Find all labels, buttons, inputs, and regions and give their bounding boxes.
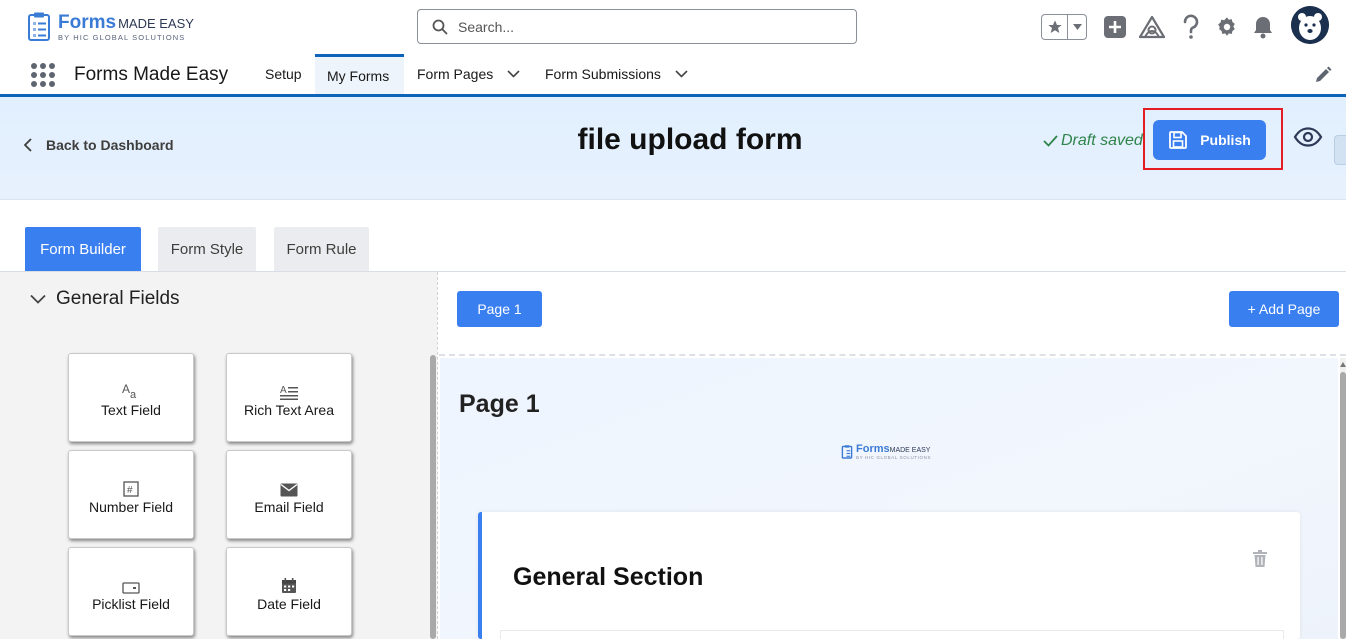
number-icon: # <box>123 475 139 497</box>
forms-logo-icon <box>841 444 853 459</box>
search-icon <box>432 19 448 34</box>
scroll-up-arrow-icon[interactable] <box>1340 360 1346 370</box>
gear-icon[interactable] <box>1214 14 1240 40</box>
picklist-icon <box>122 572 140 594</box>
form-logo-made-easy: MADE EASY <box>889 447 931 454</box>
tab-label: Form Style <box>170 240 244 258</box>
svg-text:a: a <box>130 389 137 400</box>
tab-label: Form Rule <box>286 240 357 258</box>
svg-text:A: A <box>280 385 287 396</box>
user-avatar[interactable] <box>1291 6 1329 44</box>
nav-tab-my-forms[interactable]: My Forms <box>315 54 404 94</box>
form-logo-subtitle: BY HIC GLOBAL SOLUTIONS <box>856 455 932 460</box>
publish-button[interactable]: Publish <box>1153 120 1266 160</box>
rich-text-icon: A <box>280 378 298 400</box>
nav-tab-form-pages[interactable]: Form Pages <box>405 54 532 94</box>
field-label: Text Field <box>101 401 161 418</box>
chevron-down-icon[interactable] <box>507 70 520 78</box>
field-label: Number Field <box>88 498 174 515</box>
svg-text:#: # <box>127 485 133 496</box>
field-label: Picklist Field <box>92 595 170 612</box>
palette-email-field[interactable]: Email Field <box>226 450 352 539</box>
nav-tab-form-submissions[interactable]: Form Submissions <box>533 54 700 94</box>
palette-text-field[interactable]: Aa Text Field <box>68 353 194 442</box>
search-input[interactable] <box>458 18 838 35</box>
add-page-button[interactable]: + Add Page <box>1229 291 1339 327</box>
page-heading: Page 1 <box>459 390 540 418</box>
email-icon <box>280 475 298 497</box>
field-label: Date Field <box>257 595 321 612</box>
chevron-down-icon <box>30 294 46 304</box>
canvas-scrollbar[interactable] <box>1340 358 1346 639</box>
favorites-button[interactable] <box>1041 14 1087 40</box>
nav-tab-label: Setup <box>265 66 302 82</box>
add-icon[interactable] <box>1102 14 1128 40</box>
nav-tab-label: Form Pages <box>417 66 494 82</box>
draft-status: Draft saved <box>1043 132 1143 150</box>
global-search[interactable] <box>417 9 857 44</box>
forms-logo-icon <box>26 12 52 42</box>
section-title: General Section <box>513 563 704 591</box>
logo-title: Forms <box>58 11 117 33</box>
help-icon[interactable] <box>1178 14 1204 40</box>
logo-subtitle: BY HIC GLOBAL SOLUTIONS <box>58 32 186 42</box>
tab-form-style[interactable]: Form Style <box>158 227 256 271</box>
field-label: Email Field <box>254 498 324 515</box>
text-field-icon: Aa <box>122 378 140 400</box>
app-logo[interactable]: Forms MADE EASY BY HIC GLOBAL SOLUTIONS <box>26 12 194 42</box>
palette-rich-text-area[interactable]: A Rich Text Area <box>226 353 352 442</box>
builder-header: Back to Dashboard file upload form Draft… <box>0 97 1346 200</box>
app-name: Forms Made Easy <box>74 64 229 85</box>
star-icon[interactable] <box>1042 15 1068 39</box>
nav-tab-label: My Forms <box>327 67 390 84</box>
field-label: Rich Text Area <box>243 401 334 418</box>
page-1-button[interactable]: Page 1 <box>457 291 542 327</box>
field-palette: General Fields <box>0 272 437 639</box>
app-launcher-icon[interactable] <box>31 63 55 87</box>
side-panel-toggle[interactable] <box>1334 135 1346 165</box>
tab-form-builder[interactable]: Form Builder <box>25 227 141 271</box>
page-toolbar <box>439 272 1346 356</box>
pencil-icon[interactable] <box>1314 66 1332 84</box>
preview-eye-icon[interactable] <box>1293 127 1323 152</box>
trash-icon[interactable] <box>1253 550 1267 572</box>
chevron-down-icon[interactable] <box>675 70 688 78</box>
palette-picklist-field[interactable]: Picklist Field <box>68 547 194 636</box>
form-logo-title: Forms <box>856 443 890 455</box>
app-navigation-bar: Forms Made Easy Setup My Forms Form Page… <box>0 54 1346 97</box>
palette-date-field[interactable]: Date Field <box>226 547 352 636</box>
favorites-dropdown-icon[interactable] <box>1068 15 1086 39</box>
svg-text:A: A <box>122 382 130 396</box>
check-icon <box>1043 135 1058 147</box>
publish-label: Publish <box>1200 132 1251 148</box>
nav-tab-label: Form Submissions <box>545 66 661 82</box>
form-logo: FormsMADE EASY BY HIC GLOBAL SOLUTIONS <box>841 443 931 460</box>
section-drop-zone[interactable] <box>500 630 1284 639</box>
tab-form-rule[interactable]: Form Rule <box>274 227 369 271</box>
draft-status-text: Draft saved <box>1061 132 1143 149</box>
general-fields-toggle[interactable]: General Fields <box>30 288 180 310</box>
tab-label: Form Builder <box>40 240 126 258</box>
global-header: Forms MADE EASY BY HIC GLOBAL SOLUTIONS <box>0 0 1346 54</box>
bell-icon[interactable] <box>1250 14 1276 40</box>
save-icon <box>1169 131 1188 149</box>
trailhead-icon[interactable] <box>1139 14 1165 40</box>
nav-tab-setup[interactable]: Setup <box>253 54 314 94</box>
palette-number-field[interactable]: # Number Field <box>68 450 194 539</box>
logo-made-easy: MADE EASY <box>118 15 194 31</box>
palette-scrollbar[interactable] <box>430 355 436 639</box>
palette-group-title: General Fields <box>56 288 180 309</box>
calendar-icon <box>281 572 297 594</box>
